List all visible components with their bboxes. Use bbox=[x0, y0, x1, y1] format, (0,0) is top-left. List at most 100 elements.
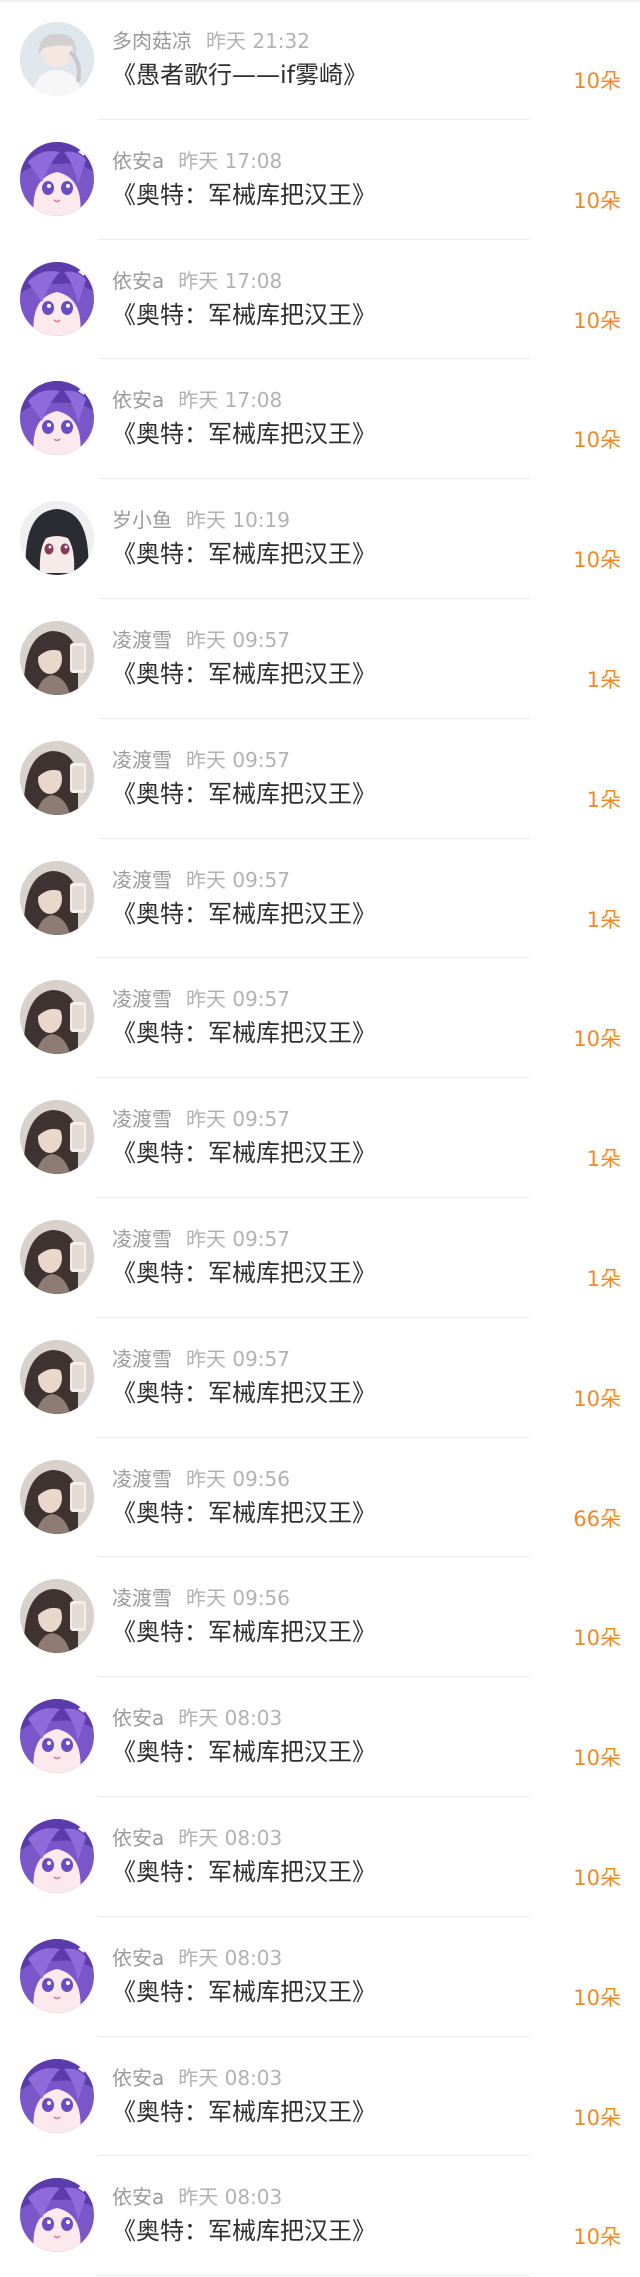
book-title[interactable]: 《奥特：军械库把汉王》 bbox=[112, 1857, 376, 1887]
book-title[interactable]: 《奥特：军械库把汉王》 bbox=[112, 1498, 376, 1528]
avatar-anime-purple-icon[interactable] bbox=[20, 1818, 94, 1893]
book-title[interactable]: 《奥特：军械库把汉王》 bbox=[112, 1258, 376, 1288]
book-title[interactable]: 《奥特：军械库把汉王》 bbox=[112, 779, 376, 809]
book-title[interactable]: 《奥特：军械库把汉王》 bbox=[112, 539, 376, 569]
username[interactable]: 依安a bbox=[112, 1706, 164, 1730]
username[interactable]: 依安a bbox=[112, 1946, 164, 1970]
book-title[interactable]: 《奥特：军械库把汉王》 bbox=[112, 1378, 376, 1408]
username[interactable]: 凌渡雪 bbox=[112, 987, 172, 1011]
username[interactable]: 依安a bbox=[112, 269, 164, 293]
avatar-anime-purple-icon[interactable] bbox=[20, 261, 94, 336]
list-item[interactable]: 依安a 昨天 17:08 《奥特：军械库把汉王》 10朵 bbox=[0, 359, 640, 480]
book-title[interactable]: 《奥特：军械库把汉王》 bbox=[112, 2097, 376, 2127]
avatar-selfie-icon[interactable] bbox=[20, 860, 94, 935]
username[interactable]: 凌渡雪 bbox=[112, 748, 172, 772]
flower-amount: 1朵 bbox=[586, 1147, 621, 1172]
list-item[interactable]: 凌渡雪 昨天 09:57 《奥特：军械库把汉王》 1朵 bbox=[0, 1198, 640, 1318]
avatar-selfie-icon[interactable] bbox=[20, 980, 94, 1055]
timestamp: 昨天 09:57 bbox=[186, 987, 290, 1012]
list-item[interactable]: 凌渡雪 昨天 09:57 《奥特：军械库把汉王》 10朵 bbox=[0, 958, 640, 1079]
username[interactable]: 凌渡雪 bbox=[112, 1467, 172, 1491]
book-title[interactable]: 《奥特：军械库把汉王》 bbox=[112, 1737, 376, 1767]
timestamp: 昨天 09:57 bbox=[186, 1107, 290, 1132]
flower-amount: 10朵 bbox=[573, 1746, 621, 1771]
gift-record-list: 多肉菇凉 昨天 21:32 《愚者歌行——if雾崎》 10朵 依安a 昨天 17:0… bbox=[0, 0, 640, 2277]
item-meta: 凌渡雪 昨天 09:56 bbox=[112, 1586, 290, 1610]
book-title[interactable]: 《愚者歌行——if雾崎》 bbox=[112, 60, 367, 90]
username[interactable]: 依安a bbox=[112, 1826, 164, 1850]
book-title[interactable]: 《奥特：军械库把汉王》 bbox=[112, 1018, 376, 1048]
timestamp: 昨天 09:57 bbox=[186, 747, 290, 772]
avatar-anime-purple-icon[interactable] bbox=[20, 1699, 94, 1774]
avatar-anime-purple-icon[interactable] bbox=[20, 141, 94, 216]
flower-amount: 10朵 bbox=[573, 188, 621, 213]
book-title[interactable]: 《奥特：军械库把汉王》 bbox=[112, 1977, 376, 2007]
list-item[interactable]: 岁小鱼 昨天 10:19 《奥特：军械库把汉王》 10朵 bbox=[0, 479, 640, 599]
username[interactable]: 依安a bbox=[112, 2185, 164, 2209]
list-item[interactable]: 依安a 昨天 17:08 《奥特：军械库把汉王》 10朵 bbox=[0, 120, 640, 240]
list-item[interactable]: 依安a 昨天 08:03 《奥特：军械库把汉王》 10朵 bbox=[0, 1797, 640, 1917]
list-item[interactable]: 凌渡雪 昨天 09:56 《奥特：军械库把汉王》 10朵 bbox=[0, 1557, 640, 1678]
username[interactable]: 凌渡雪 bbox=[112, 628, 172, 652]
list-item[interactable]: 凌渡雪 昨天 09:57 《奥特：军械库把汉王》 1朵 bbox=[0, 599, 640, 719]
book-title[interactable]: 《奥特：军械库把汉王》 bbox=[112, 659, 376, 689]
list-item[interactable]: 凌渡雪 昨天 09:57 《奥特：军械库把汉王》 1朵 bbox=[0, 839, 640, 959]
timestamp: 昨天 17:08 bbox=[178, 148, 283, 173]
item-meta: 多肉菇凉 昨天 21:32 bbox=[112, 29, 310, 53]
book-title[interactable]: 《奥特：军械库把汉王》 bbox=[112, 899, 376, 929]
list-item[interactable]: 依安a 昨天 08:03 《奥特：军械库把汉王》 10朵 bbox=[0, 2037, 640, 2157]
item-meta: 依安a 昨天 08:03 bbox=[112, 2066, 282, 2090]
avatar-anime-purple-icon[interactable] bbox=[20, 1938, 94, 2013]
list-item[interactable]: 凌渡雪 昨天 09:56 《奥特：军械库把汉王》 66朵 bbox=[0, 1438, 640, 1558]
username[interactable]: 凌渡雪 bbox=[112, 868, 172, 892]
flower-amount: 1朵 bbox=[586, 907, 621, 932]
timestamp: 昨天 09:56 bbox=[186, 1466, 290, 1491]
avatar-anime-dark-icon[interactable] bbox=[20, 501, 94, 576]
avatar-selfie-icon[interactable] bbox=[20, 1459, 94, 1534]
avatar-selfie-icon[interactable] bbox=[20, 1579, 94, 1654]
item-meta: 凌渡雪 昨天 09:57 bbox=[112, 987, 290, 1011]
avatar-anime-purple-icon[interactable] bbox=[20, 2058, 94, 2133]
username[interactable]: 岁小鱼 bbox=[112, 508, 172, 532]
username[interactable]: 凌渡雪 bbox=[112, 1586, 172, 1610]
list-item[interactable]: 依安a 昨天 17:08 《奥特：军械库把汉王》 10朵 bbox=[0, 240, 640, 360]
username[interactable]: 多肉菇凉 bbox=[112, 29, 192, 53]
list-item[interactable]: 凌渡雪 昨天 09:57 《奥特：军械库把汉王》 1朵 bbox=[0, 719, 640, 839]
book-title[interactable]: 《奥特：军械库把汉王》 bbox=[112, 1617, 376, 1647]
flower-amount: 10朵 bbox=[573, 1985, 621, 2010]
timestamp: 昨天 17:08 bbox=[178, 268, 283, 293]
list-item[interactable]: 依安a 昨天 08:03 《奥特：军械库把汉王》 10朵 bbox=[0, 1677, 640, 1797]
list-item[interactable]: 多肉菇凉 昨天 21:32 《愚者歌行——if雾崎》 10朵 bbox=[0, 0, 640, 120]
avatar-selfie-icon[interactable] bbox=[20, 1339, 94, 1414]
username[interactable]: 凌渡雪 bbox=[112, 1347, 172, 1371]
avatar-anime-purple-icon[interactable] bbox=[20, 381, 94, 456]
item-meta: 凌渡雪 昨天 09:57 bbox=[112, 1227, 290, 1251]
book-title[interactable]: 《奥特：军械库把汉王》 bbox=[112, 1138, 376, 1168]
item-meta: 依安a 昨天 08:03 bbox=[112, 1826, 282, 1850]
list-item[interactable]: 依安a 昨天 08:03 《奥特：军械库把汉王》 10朵 bbox=[0, 2156, 640, 2277]
list-item[interactable]: 依安a 昨天 08:03 《奥特：军械库把汉王》 10朵 bbox=[0, 1917, 640, 2037]
avatar-selfie-icon[interactable] bbox=[20, 740, 94, 815]
avatar-girl-white-icon[interactable] bbox=[20, 22, 94, 96]
username[interactable]: 凌渡雪 bbox=[112, 1227, 172, 1251]
book-title[interactable]: 《奥特：军械库把汉王》 bbox=[112, 180, 376, 210]
list-item[interactable]: 凌渡雪 昨天 09:57 《奥特：军械库把汉王》 10朵 bbox=[0, 1318, 640, 1438]
item-meta: 凌渡雪 昨天 09:57 bbox=[112, 868, 290, 892]
username[interactable]: 依安a bbox=[112, 149, 164, 173]
book-title[interactable]: 《奥特：军械库把汉王》 bbox=[112, 2216, 376, 2246]
avatar-selfie-icon[interactable] bbox=[20, 1100, 94, 1175]
avatar-selfie-icon[interactable] bbox=[20, 1219, 94, 1294]
flower-amount: 10朵 bbox=[573, 428, 621, 453]
avatar-selfie-icon[interactable] bbox=[20, 620, 94, 695]
username[interactable]: 凌渡雪 bbox=[112, 1107, 172, 1131]
avatar-anime-purple-icon[interactable] bbox=[20, 2178, 94, 2253]
book-title[interactable]: 《奥特：军械库把汉王》 bbox=[112, 300, 376, 330]
flower-amount: 10朵 bbox=[573, 2225, 621, 2250]
item-meta: 凌渡雪 昨天 09:56 bbox=[112, 1467, 290, 1491]
username[interactable]: 依安a bbox=[112, 388, 164, 412]
item-meta: 依安a 昨天 17:08 bbox=[112, 149, 282, 173]
username[interactable]: 依安a bbox=[112, 2066, 164, 2090]
item-meta: 依安a 昨天 08:03 bbox=[112, 2185, 282, 2209]
list-item[interactable]: 凌渡雪 昨天 09:57 《奥特：军械库把汉王》 1朵 bbox=[0, 1078, 640, 1198]
book-title[interactable]: 《奥特：军械库把汉王》 bbox=[112, 419, 376, 449]
